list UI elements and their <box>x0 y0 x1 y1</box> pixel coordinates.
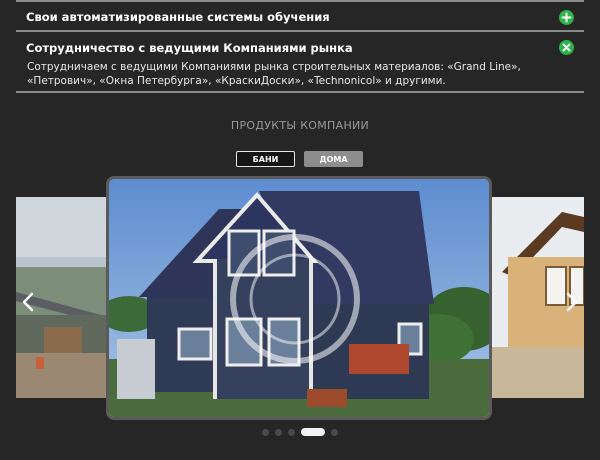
tab-doma[interactable]: ДОМА <box>304 151 363 167</box>
carousel-slide-active[interactable] <box>106 176 492 420</box>
close-icon[interactable] <box>559 40 574 55</box>
carousel-dot[interactable] <box>331 429 338 436</box>
plus-icon[interactable] <box>559 10 574 25</box>
tab-bani[interactable]: БАНИ <box>236 151 295 167</box>
carousel-dot[interactable] <box>275 429 282 436</box>
carousel-pagination <box>0 428 600 438</box>
divider <box>16 91 584 93</box>
accordion-title: Свои автоматизированные системы обучения <box>26 10 330 24</box>
chevron-left-icon[interactable] <box>20 291 36 313</box>
carousel-dot[interactable] <box>262 429 269 436</box>
products-title: ПРОДУКТЫ КОМПАНИИ <box>230 119 370 132</box>
accordion-title: Сотрудничество с ведущими Компаниями рын… <box>26 41 353 55</box>
chevron-right-icon[interactable] <box>564 291 580 313</box>
accordion-item-training[interactable]: Свои автоматизированные системы обучения <box>16 2 584 30</box>
slide-image <box>109 179 489 417</box>
carousel-dot[interactable] <box>288 429 295 436</box>
carousel-dot-active[interactable] <box>301 428 325 436</box>
accordion-body: Сотрудничаем с ведущими Компаниями рынка… <box>27 61 521 87</box>
